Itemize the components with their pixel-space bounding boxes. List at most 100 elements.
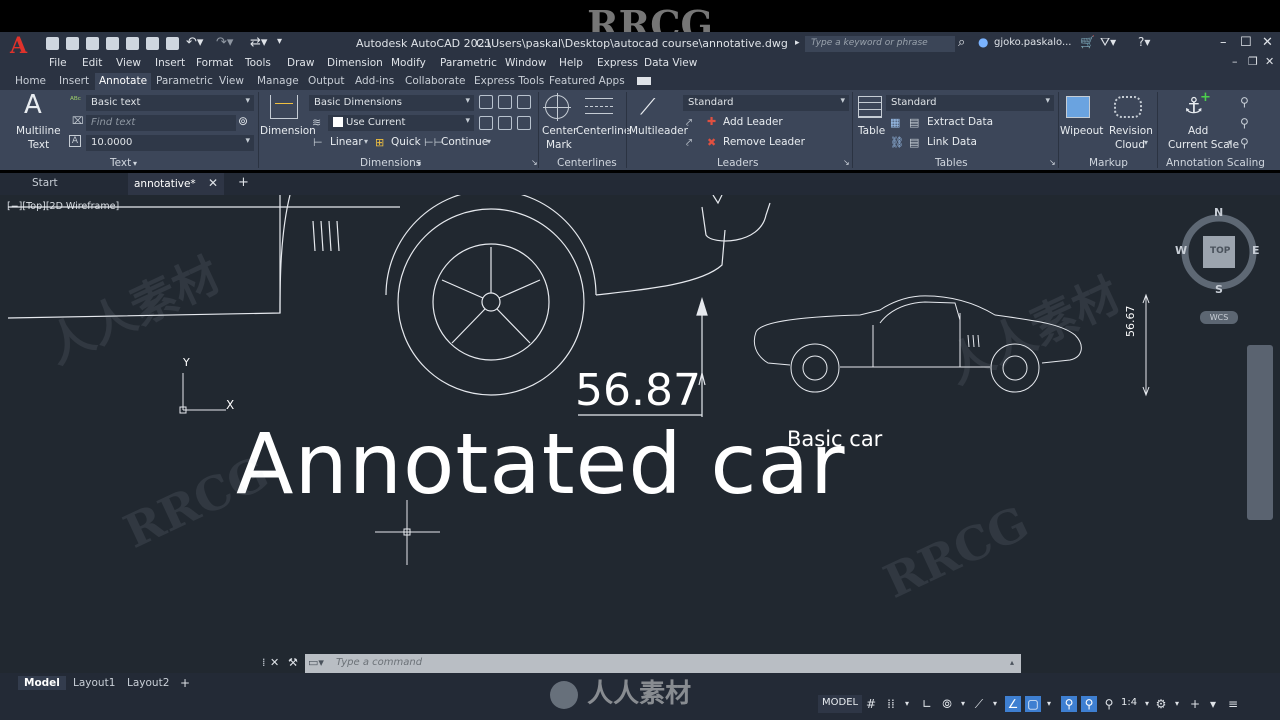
- command-settings-icon[interactable]: ⚒: [288, 656, 298, 669]
- autoscale-icon[interactable]: ⚲: [1081, 696, 1097, 712]
- scale-remove-object-icon[interactable]: ⚲: [1240, 136, 1249, 150]
- wcs-menu[interactable]: WCS: [1200, 311, 1238, 324]
- link-data-button[interactable]: Link Data: [927, 136, 977, 148]
- multiline-text-icon[interactable]: A: [24, 90, 42, 120]
- tables-panel-launcher-icon[interactable]: ↘: [1049, 158, 1056, 167]
- leaders-panel-title[interactable]: Leaders: [717, 157, 758, 169]
- layout-tab-model[interactable]: Model: [18, 676, 66, 690]
- multileader-label[interactable]: Multileader: [629, 125, 688, 137]
- text-style-select[interactable]: Basic text ▾: [86, 95, 254, 111]
- file-tab-start[interactable]: Start: [32, 177, 58, 189]
- polar-icon[interactable]: ⦾: [939, 696, 955, 712]
- dim-style-select[interactable]: Basic Dimensions ▾: [309, 95, 474, 111]
- web-save-icon[interactable]: [126, 37, 139, 50]
- polar-dropdown-icon[interactable]: ▾: [955, 696, 971, 712]
- qa-customize-icon[interactable]: ▾: [277, 36, 282, 47]
- menu-modify[interactable]: Modify: [391, 57, 426, 69]
- workspace-gear-icon[interactable]: ⚙: [1153, 696, 1169, 712]
- tab-parametric[interactable]: Parametric: [156, 75, 213, 87]
- search-input[interactable]: Type a keyword or phrase: [805, 36, 955, 52]
- tab-output[interactable]: Output: [308, 75, 344, 87]
- ortho-icon[interactable]: ∟: [919, 696, 935, 712]
- open-icon[interactable]: [66, 37, 79, 50]
- save-icon[interactable]: [86, 37, 99, 50]
- tab-express-tools[interactable]: Express Tools: [474, 75, 544, 87]
- tab-add-ins[interactable]: Add-ins: [355, 75, 394, 87]
- new-tab-icon[interactable]: +: [238, 175, 249, 190]
- linear-dropdown-icon[interactable]: ▾: [364, 137, 368, 146]
- table-style-select[interactable]: Standard ▾: [886, 95, 1054, 111]
- navigation-bar[interactable]: [1247, 345, 1273, 520]
- publish-icon[interactable]: [146, 37, 159, 50]
- center-mark-icon[interactable]: [543, 93, 571, 121]
- viewcube-east[interactable]: E: [1252, 244, 1260, 257]
- multiline-text-label-1[interactable]: Multiline: [16, 125, 61, 137]
- multileader-icon[interactable]: ⟋: [640, 95, 655, 120]
- center-mark-label-1[interactable]: Center: [542, 125, 577, 137]
- dimensions-panel-title[interactable]: Dimensions: [360, 157, 421, 169]
- menu-insert[interactable]: Insert: [155, 57, 185, 69]
- command-input[interactable]: Type a command: [336, 657, 422, 668]
- add-scale-label-1[interactable]: Add: [1188, 125, 1208, 137]
- menu-window[interactable]: Window: [505, 57, 546, 69]
- revision-cloud-label-2[interactable]: Cloud: [1115, 139, 1145, 151]
- tab-featured-apps[interactable]: Featured Apps: [549, 75, 625, 87]
- layout-tab-layout1[interactable]: Layout1: [73, 677, 115, 689]
- dim-inspect-icon[interactable]: [479, 116, 493, 130]
- save-as-icon[interactable]: [106, 37, 119, 50]
- menu-edit[interactable]: Edit: [82, 57, 102, 69]
- autocad-logo-icon[interactable]: A: [10, 34, 34, 58]
- menu-tools[interactable]: Tools: [245, 57, 271, 69]
- centerline-label[interactable]: Centerline: [576, 125, 630, 137]
- text-panel-expand-icon[interactable]: ▾: [133, 159, 137, 168]
- revision-cloud-dropdown-icon[interactable]: ▾: [1144, 138, 1148, 147]
- maximize-button[interactable]: ☐: [1240, 35, 1252, 50]
- leader-style-select[interactable]: Standard ▾: [683, 95, 849, 111]
- tab-manage[interactable]: Manage: [257, 75, 299, 87]
- user-icon[interactable]: ●: [978, 35, 988, 49]
- command-history-icon[interactable]: ▴: [1010, 658, 1014, 667]
- add-layout-icon[interactable]: +: [180, 676, 190, 690]
- viewcube-west[interactable]: W: [1175, 244, 1187, 257]
- viewcube-top-face[interactable]: TOP: [1210, 246, 1230, 256]
- ribbon-toggle-icon[interactable]: [637, 77, 651, 85]
- command-line-handle-icon[interactable]: ⁞: [262, 656, 266, 669]
- annotation-scale-value[interactable]: 1:4: [1117, 695, 1141, 713]
- menu-format[interactable]: Format: [196, 57, 233, 69]
- doc-minimize-button[interactable]: –: [1232, 55, 1238, 68]
- find-text-search-icon[interactable]: ⊚: [238, 114, 248, 128]
- viewcube-north[interactable]: N: [1214, 206, 1223, 219]
- scale-sync-icon[interactable]: ⚲: [1240, 95, 1249, 109]
- quick-button[interactable]: Quick: [391, 136, 421, 148]
- menu-file[interactable]: File: [49, 57, 67, 69]
- new-icon[interactable]: [46, 37, 59, 50]
- minimize-button[interactable]: –: [1220, 35, 1227, 50]
- scale-add-object-icon[interactable]: ⚲: [1240, 116, 1249, 130]
- isodraft-dropdown-icon[interactable]: ▾: [987, 696, 1003, 712]
- object-snap-tracking-icon[interactable]: ∠: [1005, 696, 1021, 712]
- menu-view[interactable]: View: [116, 57, 141, 69]
- command-close-icon[interactable]: ✕: [270, 656, 279, 669]
- dimensions-panel-expand-icon[interactable]: ▾: [417, 159, 421, 168]
- table-icon[interactable]: [858, 96, 882, 118]
- menu-dimension[interactable]: Dimension: [327, 57, 383, 69]
- dim-oblique-icon[interactable]: [517, 116, 531, 130]
- dim-adjust-icon[interactable]: [498, 95, 512, 109]
- print-icon[interactable]: [166, 37, 179, 50]
- cart-icon[interactable]: 🛒: [1080, 35, 1095, 49]
- table-label[interactable]: Table: [858, 125, 885, 137]
- continue-button[interactable]: Continue: [441, 136, 488, 148]
- redo-icon[interactable]: ↷▾: [216, 35, 233, 50]
- continue-dropdown-icon[interactable]: ▾: [487, 137, 491, 146]
- share-icon[interactable]: ⇄▾: [250, 35, 267, 50]
- close-button[interactable]: ✕: [1262, 35, 1273, 50]
- file-tab-close-icon[interactable]: ✕: [208, 176, 218, 190]
- menu-parametric[interactable]: Parametric: [440, 57, 497, 69]
- help-icon[interactable]: ?▾: [1138, 35, 1150, 49]
- menu-help[interactable]: Help: [559, 57, 583, 69]
- model-space-button[interactable]: MODEL: [818, 695, 863, 713]
- viewcube-south[interactable]: S: [1215, 283, 1223, 296]
- text-height-select[interactable]: 10.0000 ▾: [86, 135, 254, 151]
- isodraft-icon[interactable]: ⟋: [971, 696, 987, 712]
- tab-home[interactable]: Home: [15, 75, 46, 87]
